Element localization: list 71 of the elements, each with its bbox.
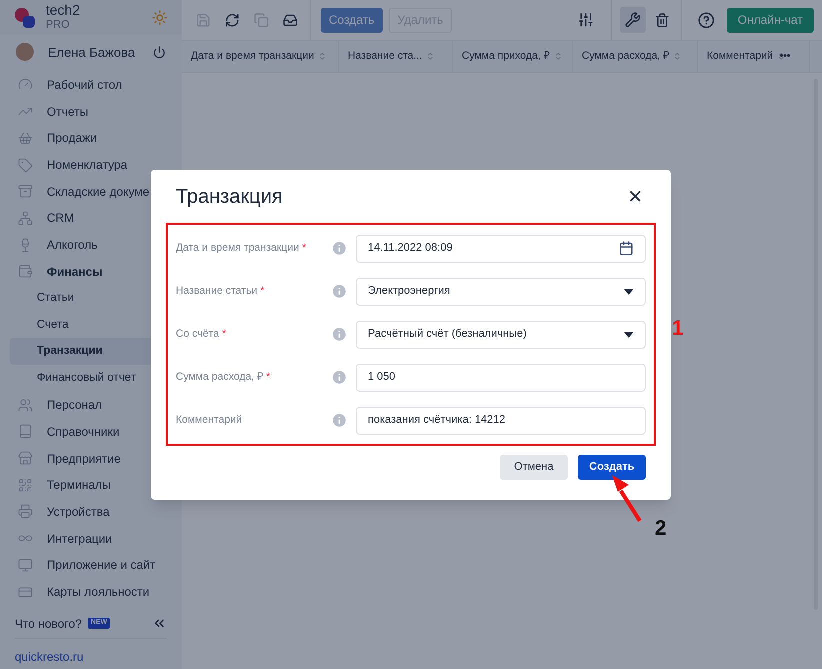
field-label: Название статьи * <box>176 284 266 299</box>
sidebar-item[interactable]: Приложение и сайт <box>0 552 182 579</box>
annotation-number: 2 <box>655 516 667 542</box>
column-header[interactable]: Сумма расхода, ₽ <box>573 41 698 72</box>
sidebar-item[interactable]: Отчеты <box>0 98 182 125</box>
more-button[interactable]: ••• <box>780 49 791 64</box>
brand-name: tech2 <box>46 2 82 20</box>
calendar-icon[interactable] <box>619 241 634 256</box>
people-icon <box>18 398 33 413</box>
monitor-icon <box>18 558 33 573</box>
user-name: Елена Бажова <box>48 44 136 62</box>
site-link[interactable]: quickresto.ru <box>15 650 84 664</box>
book-icon <box>18 424 33 440</box>
select-field[interactable]: Электроэнергия <box>356 278 646 306</box>
avatar <box>16 43 34 62</box>
sliders-icon <box>578 12 594 28</box>
plan-label: PRO <box>46 19 71 34</box>
submit-button[interactable]: Создать <box>578 455 646 480</box>
chat-button[interactable]: Онлайн-чат <box>726 8 814 32</box>
input-field[interactable]: показания счётчика: 14212 <box>356 406 646 434</box>
tag-icon <box>18 158 33 173</box>
trash-icon <box>654 12 670 28</box>
logo-icon <box>14 6 36 29</box>
wrench-icon <box>624 12 641 28</box>
whats-new-link[interactable]: Что нового? <box>15 614 82 633</box>
copy-icon <box>254 12 269 28</box>
sort-icon <box>673 52 682 61</box>
sidebar-item[interactable]: Финансы <box>0 258 182 286</box>
inbox-icon <box>283 12 298 28</box>
sidebar-item[interactable]: Интеграции <box>0 525 182 552</box>
hierarchy-icon <box>18 210 33 226</box>
field-label: Комментарий <box>176 412 244 428</box>
save-icon <box>196 12 211 28</box>
select-field[interactable]: Расчётный счёт (безналичные) <box>356 320 646 348</box>
sidebar-item[interactable]: Продажи <box>0 124 182 152</box>
sidebar-item[interactable]: Номенклатура <box>0 152 182 178</box>
sidebar-item[interactable]: Карты лояльности <box>0 578 182 606</box>
create-button[interactable]: Создать <box>321 8 383 32</box>
archive-icon <box>18 184 33 200</box>
qr-icon <box>18 478 33 493</box>
wallet-icon <box>18 264 33 280</box>
dialog-title: Транзакция <box>176 184 283 210</box>
sort-icon <box>318 52 328 61</box>
pointer-arrow <box>609 472 644 524</box>
help-icon[interactable] <box>698 12 715 28</box>
refresh-icon <box>225 12 240 28</box>
annotation-number: 1 <box>672 316 684 342</box>
cancel-button[interactable]: Отмена <box>500 455 568 480</box>
printer-icon <box>18 504 33 520</box>
column-header[interactable]: Название ста... <box>339 41 453 72</box>
dropdown-caret-icon[interactable] <box>624 332 634 338</box>
field-label: Со счёта * <box>176 326 228 342</box>
store-icon <box>18 451 33 466</box>
sidebar-item[interactable]: Устройства <box>0 498 182 526</box>
sidebar-item[interactable]: Предприятие <box>0 445 182 472</box>
sort-icon <box>554 52 563 61</box>
tools-button[interactable] <box>620 7 646 33</box>
field-label: Дата и время транзакции * <box>176 240 308 256</box>
basket-icon <box>18 130 33 146</box>
sort-icon <box>426 52 436 61</box>
column-header[interactable]: Дата и время транзакции <box>182 41 339 72</box>
date-field[interactable]: 14.11.2022 08:09 <box>356 234 646 262</box>
input-field[interactable]: 1 050 <box>356 364 646 392</box>
sidebar-item[interactable]: Рабочий стол <box>0 72 182 98</box>
gauge-icon <box>18 77 33 92</box>
dropdown-caret-icon[interactable] <box>624 288 634 294</box>
power-icon[interactable] <box>153 46 166 59</box>
column-header[interactable]: Сумма прихода, ₽ <box>453 41 573 72</box>
field-label: Сумма расхода, ₽ * <box>176 370 272 385</box>
card-icon <box>18 584 33 600</box>
sidebar-item[interactable]: Терминалы <box>0 472 182 499</box>
